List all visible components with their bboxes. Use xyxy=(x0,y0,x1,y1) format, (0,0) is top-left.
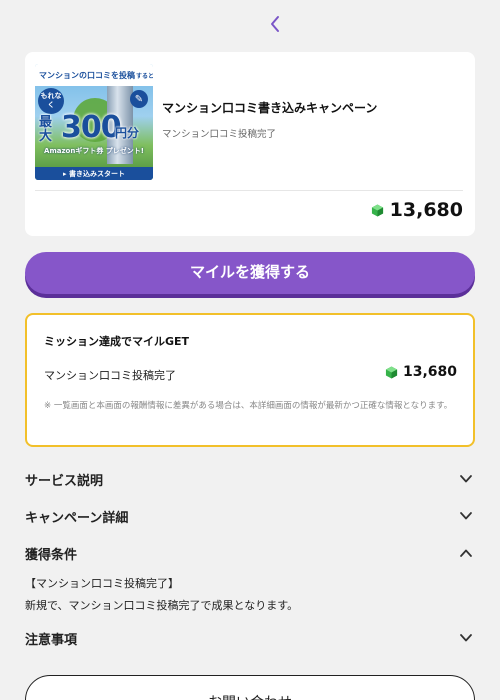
pencil-icon: ✎ xyxy=(130,90,148,108)
accordion-service-description[interactable]: サービス説明 xyxy=(25,468,475,490)
conditions-body-text: 新規で、マンション口コミ投稿完了で成果となります。 xyxy=(25,599,299,612)
banner-amount: 300 xyxy=(61,110,122,145)
banner-gift-text: Amazonギフト券 プレゼント! xyxy=(44,147,144,155)
campaign-card: マンションの口コミを投稿 すると もれなく ✎ 最大 300 円分 Amazonギ… xyxy=(25,52,475,236)
mission-reward: 13,680 xyxy=(385,364,457,380)
chevron-up-icon xyxy=(457,544,475,562)
get-miles-button[interactable]: マイルを獲得する xyxy=(25,252,475,294)
card-divider xyxy=(35,190,463,191)
banner-cta: ▸ 書き込みスタート xyxy=(35,167,153,180)
banner-unit: 円分 xyxy=(115,126,140,140)
banner-max-label: 最大 xyxy=(39,115,53,144)
chevron-down-icon xyxy=(457,507,475,525)
chevron-down-icon xyxy=(457,470,475,488)
mission-note: ※ 一覧画面と本画面の報酬情報に差異がある場合は、本詳細画面の情報が最新かつ正確… xyxy=(44,401,453,411)
accordion-campaign-detail[interactable]: キャンペーン詳細 xyxy=(25,505,475,527)
accordion-label: 獲得条件 xyxy=(25,547,78,563)
contact-button[interactable]: お問い合わせ xyxy=(25,675,475,700)
banner-top-text: マンションの口コミを投稿 すると xyxy=(35,64,153,86)
campaign-subtitle: マンション口コミ投稿完了 xyxy=(162,129,277,140)
accordion-label: キャンペーン詳細 xyxy=(25,510,129,526)
accordion-label: 注意事項 xyxy=(25,632,78,648)
campaign-reward: 13,680 xyxy=(371,199,463,221)
mission-reward-value: 13,680 xyxy=(402,364,457,380)
mission-heading: ミッション達成でマイルGET xyxy=(44,335,190,348)
mission-box: ミッション達成でマイルGET マンション口コミ投稿完了 13,680 ※ 一覧画… xyxy=(25,313,475,447)
mission-item-label: マンション口コミ投稿完了 xyxy=(44,369,176,382)
conditions-heading-text: 【マンション口コミ投稿完了】 xyxy=(25,577,179,590)
campaign-reward-value: 13,680 xyxy=(389,199,463,221)
chevron-left-icon xyxy=(271,16,279,32)
accordion-notes[interactable]: 注意事項 xyxy=(25,627,475,649)
campaign-title: マンション口コミ書き込みキャンペーン xyxy=(162,101,378,115)
mile-gem-icon xyxy=(385,365,398,379)
accordion-conditions[interactable]: 獲得条件 xyxy=(25,542,475,564)
mile-gem-icon xyxy=(371,203,383,217)
back-button[interactable] xyxy=(264,12,286,36)
accordion-label: サービス説明 xyxy=(25,473,104,489)
chevron-down-icon xyxy=(457,629,475,647)
campaign-banner-image[interactable]: マンションの口コミを投稿 すると もれなく ✎ 最大 300 円分 Amazonギ… xyxy=(35,64,153,180)
